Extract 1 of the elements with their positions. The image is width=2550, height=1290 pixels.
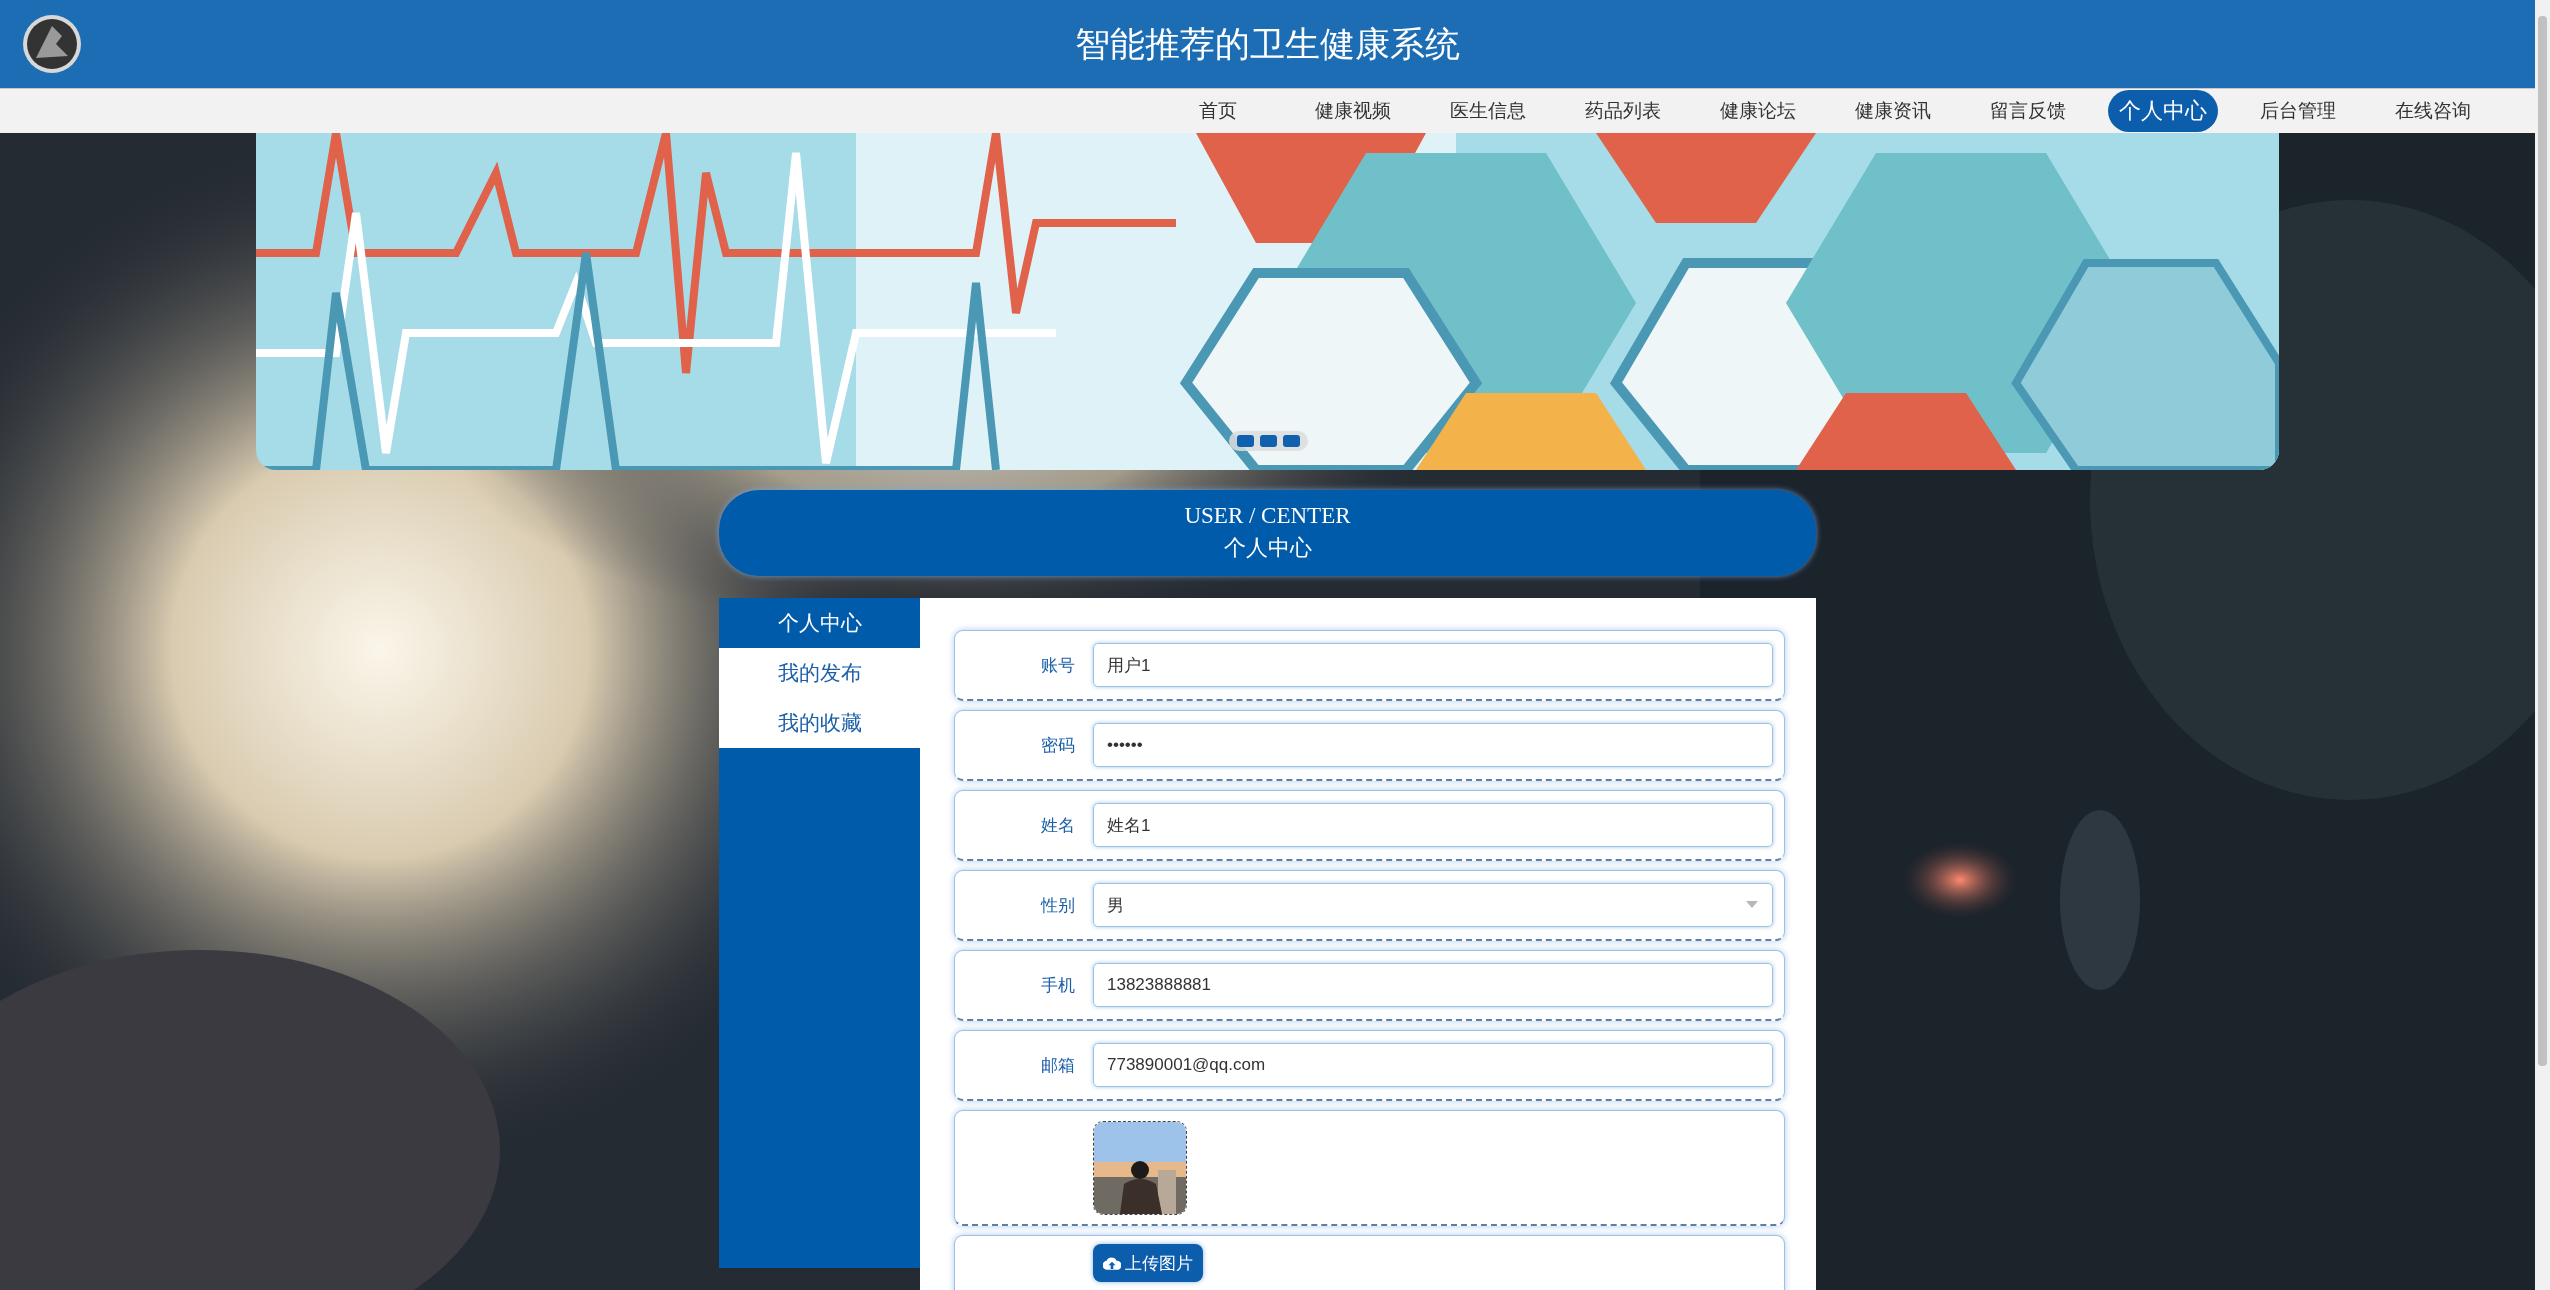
scrollbar[interactable] xyxy=(2535,0,2550,1290)
